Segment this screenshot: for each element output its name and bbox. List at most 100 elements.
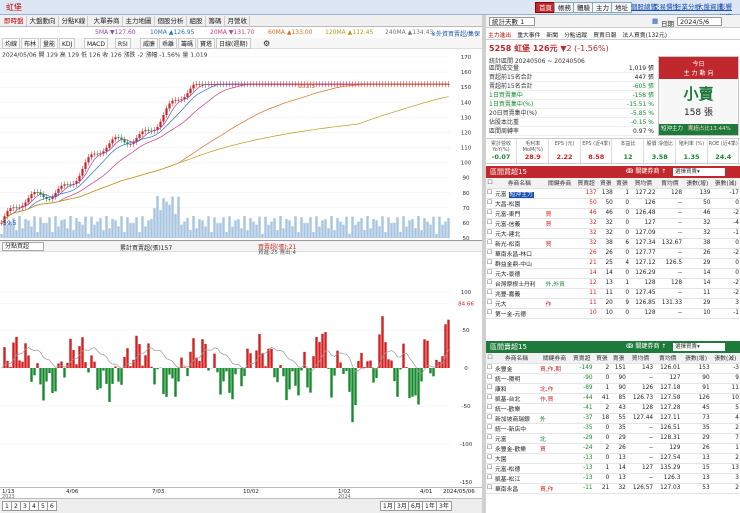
row-checkbox[interactable]: ☐ xyxy=(486,393,494,404)
column-header[interactable]: 買張 xyxy=(593,353,611,364)
row-checkbox[interactable]: ☐ xyxy=(486,383,494,394)
menu-item-0[interactable]: 即時盤 xyxy=(2,16,27,26)
column-header[interactable]: 張數(減) xyxy=(711,178,740,189)
tool-10[interactable]: 日線(週期) xyxy=(216,38,251,49)
top-button-1[interactable]: 帳務 xyxy=(554,2,575,13)
column-header[interactable]: 買均價 xyxy=(626,353,655,364)
right-tab-2[interactable]: 新聞 xyxy=(546,30,558,39)
menu-item-8[interactable]: 月營收 xyxy=(226,16,250,26)
table-row[interactable]: ☐ 大園 -13 0 13 -- 127.54 13 2 xyxy=(486,453,740,464)
row-checkbox[interactable]: ☐ xyxy=(486,463,494,474)
tool-3[interactable]: KDJ xyxy=(59,38,76,49)
table-row[interactable]: ☐ 元大作 11 20 9 126.85 131.33 29 3 xyxy=(486,298,740,309)
row-checkbox[interactable]: ☐ xyxy=(486,423,494,434)
top-button-0[interactable]: 首頁 xyxy=(535,2,556,13)
tool-0[interactable]: 均線 xyxy=(2,38,21,49)
row-checkbox[interactable]: ☐ xyxy=(486,373,494,384)
table-row[interactable]: ☐ 元富-信義買 32 32 0 127 -- 32 -4 xyxy=(486,218,740,229)
table-row[interactable]: ☐ 凱基-台北 作,買 -44 41 85 126.73 127.58 126 10 xyxy=(486,393,740,404)
tool-9[interactable]: 寶塔 xyxy=(197,38,216,49)
tool-6[interactable]: 威廉 xyxy=(140,38,159,49)
column-header[interactable]: 買均價 xyxy=(630,178,657,189)
top-button-3[interactable]: 主力 xyxy=(592,2,613,13)
column-header[interactable]: 買張 xyxy=(597,178,614,189)
column-header[interactable]: 張數(增) xyxy=(681,353,711,364)
price-chart[interactable]: 2024/05/06 開 129 高 129 低 126 收 126 漲跌 -2… xyxy=(0,49,482,240)
column-header[interactable]: 張數(增) xyxy=(683,178,712,189)
table-row[interactable]: ☐ 元富 短沖主力 137 138 1 127.22 128 139 -17 xyxy=(486,188,740,199)
menu-item-7[interactable]: 籌碼 xyxy=(207,16,225,26)
row-checkbox[interactable]: ☐ xyxy=(486,228,494,239)
table-row[interactable]: ☐ 台灣摩根士丹利 外,外資 12 13 1 128 128 14 -2 xyxy=(486,278,740,289)
menu-item-3[interactable]: 大單券商 xyxy=(92,16,123,26)
right-tab-0[interactable]: 主力進出 xyxy=(488,30,511,39)
menu-item-5[interactable]: 個股分析 xyxy=(156,16,187,26)
tool-8[interactable]: 籌碼 xyxy=(178,38,197,49)
table-row[interactable]: ☐ 元富北 -29 0 29 -- 128.31 29 7 xyxy=(486,433,740,444)
settings-gear-icon[interactable]: ⚙ xyxy=(261,38,272,49)
stats-days-select[interactable]: 統計天數 1 xyxy=(489,17,536,26)
top-link-4[interactable]: 影響幅度 xyxy=(716,2,740,21)
checkbox-header[interactable]: ☐ xyxy=(486,178,494,189)
row-checkbox[interactable]: ☐ xyxy=(486,473,494,484)
table-row[interactable]: ☐ 元大-建北 32 32 0 127.09 -- 32 -1 xyxy=(486,228,740,239)
table-row[interactable]: ☐ 群益金鼎-中山 21 25 4 127.12 126.5 29 0 xyxy=(486,258,740,269)
table-row[interactable]: ☐ 元富-松德 -13 1 14 127 135.29 15 13 xyxy=(486,463,740,474)
table-row[interactable]: ☐ 凱基-松江 -13 0 13 -- 126.3 13 3 xyxy=(486,473,740,484)
row-checkbox[interactable]: ☐ xyxy=(486,218,494,229)
table-row[interactable]: ☐ 統一-歡樂 -41 2 43 128 127.28 45 5 xyxy=(486,403,740,414)
row-checkbox[interactable]: ☐ xyxy=(486,268,494,279)
row-checkbox[interactable]: ☐ xyxy=(486,248,494,259)
hint-label[interactable]: ※外資買賣超/集保 xyxy=(431,29,480,38)
page-button-6[interactable]: 6 xyxy=(47,501,57,511)
table-row[interactable]: ☐ 華南永昌-林口 26 26 0 127.77 -- 26 -2 xyxy=(486,248,740,259)
table-row[interactable]: ☐ 大昌-松園 50 50 0 126 -- 50 0 xyxy=(486,198,740,209)
row-checkbox[interactable]: ☐ xyxy=(486,403,494,414)
tool-7[interactable]: 乖離 xyxy=(159,38,178,49)
row-checkbox[interactable]: ☐ xyxy=(486,188,494,199)
column-header[interactable]: 賣張 xyxy=(610,353,627,364)
column-header[interactable]: 關鍵券商 xyxy=(539,353,570,364)
sell-sort-select[interactable]: 選擇買賣▾ xyxy=(673,343,725,351)
table-row[interactable]: ☐ 康和 北,作 -89 1 90 126 127.18 91 11 xyxy=(486,383,740,394)
column-header[interactable]: 買賣超 xyxy=(574,178,598,189)
column-header[interactable]: 關鍵券商 xyxy=(544,178,575,189)
menu-item-4[interactable]: 主力地圖 xyxy=(124,16,155,26)
buy-sort-label[interactable]: ↂ 關鍵券商 ↑ xyxy=(626,166,666,178)
tool-4[interactable]: MACD xyxy=(84,38,108,49)
row-checkbox[interactable]: ☐ xyxy=(486,258,494,269)
right-tab-4[interactable]: 買賣日報 xyxy=(593,30,616,39)
table-row[interactable]: ☐ 統一-陽明 -90 0 90 -- 127 90 9 xyxy=(486,373,740,384)
tool-1[interactable]: 布林 xyxy=(21,38,40,49)
row-checkbox[interactable]: ☐ xyxy=(486,278,494,289)
column-header[interactable]: 賣均價 xyxy=(654,353,682,364)
top-button-2[interactable]: 體驗 xyxy=(573,2,594,13)
row-checkbox[interactable]: ☐ xyxy=(486,308,494,319)
indicator-select[interactable]: 分點買超 xyxy=(2,242,45,251)
column-header[interactable]: 券商名稱 xyxy=(494,178,545,189)
table-row[interactable]: ☐ 華南永昌 買,作 -11 21 32 126.57 127.03 53 2 xyxy=(486,483,740,494)
table-row[interactable]: ☐ 元大-景德 14 14 0 126.29 -- 14 0 xyxy=(486,268,740,279)
row-checkbox[interactable]: ☐ xyxy=(486,363,494,374)
table-row[interactable]: ☐ 永豐金-歡樂買 -24 2 26 -- 129 26 1 xyxy=(486,443,740,454)
period-button[interactable]: 3年 xyxy=(436,501,452,511)
menu-item-6[interactable]: 組股 xyxy=(188,16,206,26)
right-tab-1[interactable]: 重大事件 xyxy=(517,30,540,39)
sell-sort-label[interactable]: ↂ 關鍵券商 ↑ xyxy=(626,341,666,353)
table-row[interactable]: ☐ 永豐金 買,作,期 -149 2 151 143 126.01 153 -3 xyxy=(486,363,740,374)
right-tab-5[interactable]: 法人買賣(132元) xyxy=(622,30,667,39)
column-header[interactable]: 賣均價 xyxy=(656,178,684,189)
column-header[interactable]: 張數(減) xyxy=(710,353,740,364)
tool-5[interactable]: RSI xyxy=(115,38,131,49)
table-row[interactable]: ☐ 元富-東門買 46 46 0 126.48 -- 46 -2 xyxy=(486,208,740,219)
column-header[interactable]: 券商名稱 xyxy=(494,353,540,364)
tool-2[interactable]: 量能 xyxy=(40,38,59,49)
row-checkbox[interactable]: ☐ xyxy=(486,453,494,464)
row-checkbox[interactable]: ☐ xyxy=(486,483,494,494)
row-checkbox[interactable]: ☐ xyxy=(486,288,494,299)
row-checkbox[interactable]: ☐ xyxy=(486,433,494,444)
table-row[interactable]: ☐ 新光-松南買 32 38 6 127.34 132.67 38 0 xyxy=(486,238,740,249)
row-checkbox[interactable]: ☐ xyxy=(486,198,494,209)
row-checkbox[interactable]: ☐ xyxy=(486,443,494,454)
menu-item-1[interactable]: 大盤動向 xyxy=(28,16,59,26)
